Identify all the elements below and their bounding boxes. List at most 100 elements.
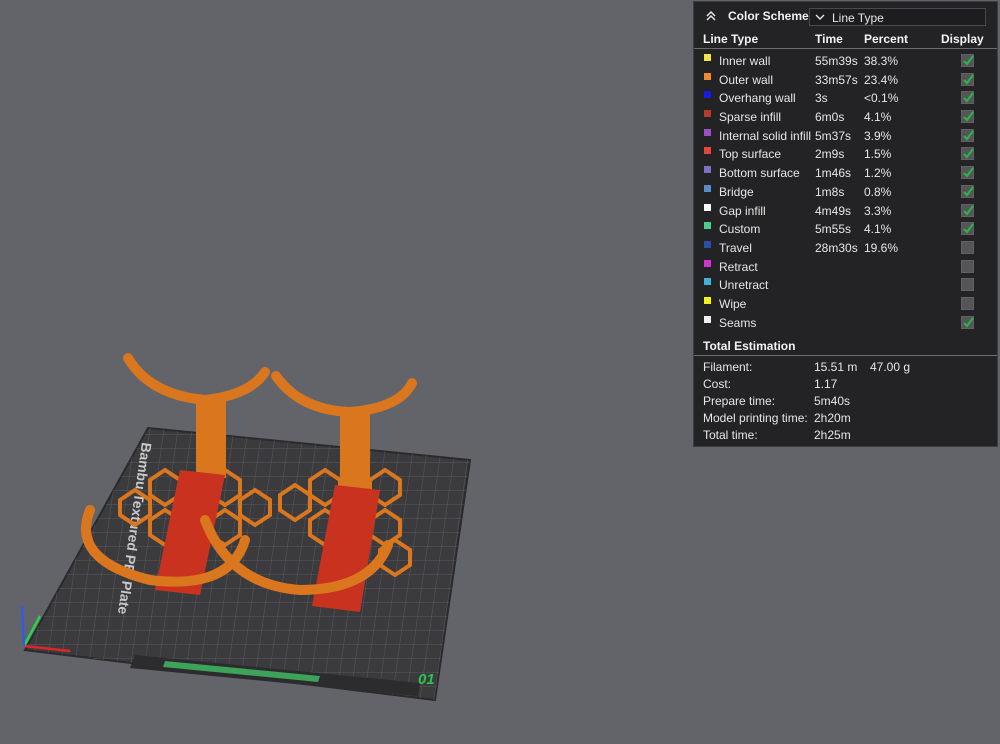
display-checkbox[interactable] xyxy=(961,110,974,124)
line-type-time: 1m46s xyxy=(815,166,852,181)
color-scheme-dropdown[interactable]: Line Type xyxy=(809,8,986,26)
display-checkbox[interactable] xyxy=(961,128,974,142)
line-type-percent: 0.8% xyxy=(864,184,892,199)
color-swatch xyxy=(704,110,711,118)
display-checkbox[interactable] xyxy=(961,315,974,329)
line-type-name: Inner wall xyxy=(719,54,771,68)
line-type-row: Wipe xyxy=(694,294,997,313)
color-swatch xyxy=(704,147,711,155)
color-swatch xyxy=(704,240,711,248)
line-type-row: Custom 5m55s 4.1% xyxy=(694,219,997,238)
line-type-name: Retract xyxy=(719,259,758,274)
color-swatch xyxy=(704,166,711,174)
color-swatch xyxy=(704,278,711,286)
color-scheme-title: Color Scheme xyxy=(728,9,809,23)
line-type-name: Sparse infill xyxy=(719,110,782,125)
line-type-row: Bridge 1m8s 0.8% xyxy=(694,182,997,201)
check-icon xyxy=(963,74,974,85)
line-type-name: Bottom surface xyxy=(719,166,800,181)
line-type-time: 4m49s xyxy=(815,203,852,218)
line-type-percent: <0.1% xyxy=(864,91,899,106)
plate-number: 01 xyxy=(418,671,435,688)
estimation-row: Cost: 1.17 xyxy=(694,375,997,392)
line-type-name: Gap infill xyxy=(719,203,766,218)
check-icon xyxy=(963,55,974,66)
line-type-row: Internal solid infill 5m37s 3.9% xyxy=(694,126,997,145)
display-checkbox[interactable] xyxy=(961,166,974,180)
check-icon xyxy=(963,148,974,159)
color-swatch xyxy=(704,222,711,230)
line-type-time: 33m57s xyxy=(815,72,858,87)
estimation-label: Filament: xyxy=(703,360,753,375)
chevron-down-icon xyxy=(815,14,825,20)
display-checkbox[interactable] xyxy=(961,91,974,105)
line-type-time: 3s xyxy=(815,91,828,106)
total-estimation-list: Filament: 15.51 m 47.00 g Cost: 1.17 Prepare … xyxy=(694,356,997,443)
color-swatch xyxy=(704,315,711,323)
estimation-row: Filament: 15.51 m 47.00 g xyxy=(694,358,997,375)
estimation-value: 15.51 m xyxy=(814,360,858,375)
line-type-percent: 19.6% xyxy=(864,240,899,255)
line-type-row: Travel 28m30s 19.6% xyxy=(694,238,997,257)
display-checkbox[interactable] xyxy=(961,72,974,86)
check-icon xyxy=(963,92,974,103)
line-type-percent: 38.3% xyxy=(864,54,899,68)
display-checkbox[interactable] xyxy=(961,222,974,236)
color-scheme-panel: Color Scheme Line Type Line Type Time Pe… xyxy=(693,1,998,447)
line-type-name: Custom xyxy=(719,222,761,237)
collapse-chevron-icon[interactable] xyxy=(704,9,718,23)
estimation-value: 5m40s xyxy=(814,394,851,409)
display-checkbox[interactable] xyxy=(961,259,974,273)
line-type-percent: 1.2% xyxy=(864,166,892,181)
line-type-time: 55m39s xyxy=(815,54,858,68)
check-icon xyxy=(963,204,974,216)
color-swatch xyxy=(704,91,711,99)
line-type-name: Internal solid infill xyxy=(719,128,812,143)
header-display: Display xyxy=(941,32,984,46)
line-type-percent: 3.9% xyxy=(864,128,892,143)
color-swatch xyxy=(704,296,711,304)
line-type-percent: 4.1% xyxy=(864,110,892,125)
line-type-name: Seams xyxy=(719,315,757,330)
estimation-value: 1.17 xyxy=(814,377,838,392)
check-icon xyxy=(963,111,974,122)
check-icon xyxy=(963,167,974,178)
display-checkbox[interactable] xyxy=(961,147,974,161)
line-type-row: Overhang wall 3s <0.1% xyxy=(694,88,997,107)
line-type-table-header: Line Type Time Percent Display xyxy=(694,30,997,49)
color-swatch xyxy=(704,128,711,136)
check-icon xyxy=(963,317,974,328)
display-checkbox[interactable] xyxy=(961,296,974,310)
display-checkbox[interactable] xyxy=(961,184,974,198)
header-time: Time xyxy=(815,32,843,46)
estimation-value-secondary: 47.00 g xyxy=(870,360,911,375)
line-type-percent: 1.5% xyxy=(864,147,892,162)
build-plate xyxy=(23,426,472,702)
check-icon xyxy=(963,223,974,234)
header-line-type: Line Type xyxy=(703,32,759,46)
line-type-time: 1m8s xyxy=(815,184,845,199)
line-type-row: Bottom surface 1m46s 1.2% xyxy=(694,163,997,182)
line-type-name: Travel xyxy=(719,240,752,255)
line-type-time: 5m37s xyxy=(815,128,852,143)
color-swatch xyxy=(704,203,711,211)
line-type-row: Top surface 2m9s 1.5% xyxy=(694,144,997,163)
line-type-percent: 4.1% xyxy=(864,222,892,237)
line-type-row: Sparse infill 6m0s 4.1% xyxy=(694,107,997,126)
display-checkbox[interactable] xyxy=(961,278,974,292)
check-icon xyxy=(963,130,974,141)
estimation-label: Prepare time: xyxy=(703,394,776,409)
color-scheme-value: Line Type xyxy=(832,11,884,25)
line-type-time: 2m9s xyxy=(815,147,845,162)
panel-header: Color Scheme Line Type xyxy=(694,2,997,30)
total-estimation-title: Total Estimation xyxy=(703,339,796,354)
estimation-value: 2h20m xyxy=(814,411,851,426)
display-checkbox[interactable] xyxy=(961,203,974,217)
estimation-row: Model printing time: 2h20m xyxy=(694,409,997,426)
display-checkbox[interactable] xyxy=(961,240,974,254)
line-type-row: Outer wall 33m57s 23.4% xyxy=(694,70,997,89)
line-type-percent: 23.4% xyxy=(864,72,899,87)
estimation-label: Total time: xyxy=(703,428,758,443)
estimation-label: Model printing time: xyxy=(703,411,808,426)
display-checkbox[interactable] xyxy=(961,54,974,67)
